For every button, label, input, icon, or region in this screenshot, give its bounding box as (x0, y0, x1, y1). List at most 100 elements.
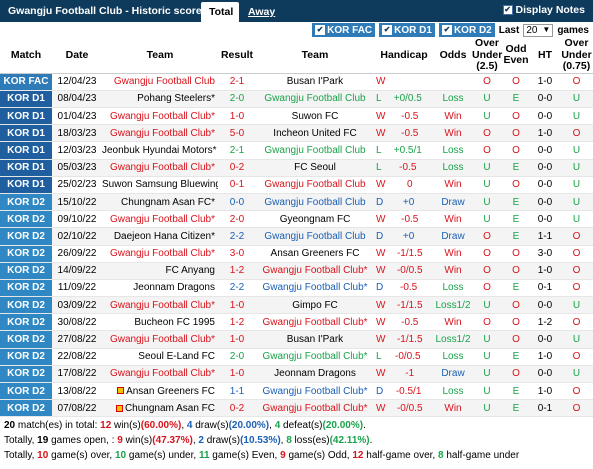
home-team[interactable]: Gwangju Football Club* (102, 210, 218, 229)
score[interactable]: 2-0 (218, 90, 256, 109)
last-games-select[interactable]: 20 ▼ (523, 23, 554, 37)
table-row[interactable]: KOR D1 25/02/23 Suwon Samsung Bluewings* 0-… (0, 176, 593, 194)
away-team[interactable]: Gwangju Football Club (256, 193, 374, 212)
tab-total[interactable]: Total (201, 2, 239, 22)
away-team[interactable]: Incheon United FC (256, 124, 374, 143)
table-row[interactable]: KOR D1 01/04/23 Gwangju Football Club* 1-0 S… (0, 107, 593, 126)
home-team[interactable]: Gwangju Football Club* (102, 330, 218, 349)
away-team[interactable]: Busan I'Park (256, 330, 374, 349)
score[interactable]: 2-0 (218, 210, 256, 229)
table-row[interactable]: KOR D2 15/10/22 Chungnam Asan FC* 0-0 Gwangj… (0, 193, 593, 212)
table-row[interactable]: KOR D1 18/03/23 Gwangju Football Club* 5-0 I… (0, 124, 593, 143)
score[interactable]: 0-1 (218, 176, 256, 194)
checkbox-checked-icon[interactable]: ✔ (315, 25, 326, 35)
table-row[interactable]: KOR D2 22/08/22 Seoul E-Land FC 2-0 Gwangju … (0, 348, 593, 366)
away-team[interactable]: Gwangju Football Club (256, 176, 374, 194)
away-team[interactable]: Gimpo FC (256, 296, 374, 315)
away-team[interactable]: Gwangju Football Club* (256, 382, 374, 401)
filter-kor-fac[interactable]: ✔ KOR FAC (312, 23, 376, 37)
away-team[interactable]: Gwangju Football Club* (256, 279, 374, 298)
table-row[interactable]: KOR FAC 12/04/23 Gwangju Football Club 2-1 B… (0, 73, 593, 91)
score[interactable]: 2-2 (218, 279, 256, 298)
table-row[interactable]: KOR D2 26/09/22 Gwangju Football Club* 3-0 A… (0, 245, 593, 263)
score[interactable]: 0-2 (218, 399, 256, 418)
match-date-text: 01/04/23 (57, 110, 97, 122)
away-team[interactable]: Gwangju Football Club (256, 227, 374, 246)
table-row[interactable]: KOR D2 07/08/22 Chungnam Asan FC 0-2 Gwangju… (0, 399, 593, 418)
score[interactable]: 2-1 (218, 141, 256, 160)
tab-away[interactable]: Away (240, 2, 283, 22)
home-team[interactable]: Jeonnam Dragons (102, 279, 218, 298)
odds-result: Loss (434, 159, 472, 177)
score[interactable]: 1-0 (218, 296, 256, 315)
over-under-075-text: U (572, 334, 581, 346)
away-team[interactable]: Gwangju Football Club (256, 90, 374, 109)
table-row[interactable]: KOR D2 09/10/22 Gwangju Football Club* 2-0 G… (0, 210, 593, 229)
table-row[interactable]: KOR D2 02/10/22 Daejeon Hana Citizen* 2-2 Gw… (0, 227, 593, 246)
home-team[interactable]: Pohang Steelers* (102, 90, 218, 109)
home-team[interactable]: Gwangju Football Club* (102, 159, 218, 177)
score[interactable]: 2-2 (218, 227, 256, 246)
home-team[interactable]: Gwangju Football Club* (102, 124, 218, 143)
away-team[interactable]: Gwangju Football Club* (256, 313, 374, 332)
score[interactable]: 1-2 (218, 313, 256, 332)
odds-result: Loss (434, 279, 472, 298)
checkbox-checked-icon[interactable]: ✔ (382, 25, 393, 35)
score[interactable]: 0-2 (218, 159, 256, 177)
home-team[interactable]: Chungnam Asan FC (102, 399, 218, 418)
away-team[interactable]: Busan I'Park (256, 73, 374, 91)
score[interactable]: 1-0 (218, 107, 256, 126)
home-team[interactable]: Jeonbuk Hyundai Motors* (102, 141, 218, 160)
match-date-text: 11/09/22 (57, 282, 97, 294)
score[interactable]: 2-0 (218, 348, 256, 366)
match-date-text: 22/08/22 (57, 351, 97, 363)
table-row[interactable]: KOR D2 30/08/22 Bucheon FC 1995 1-2 Gwangju … (0, 313, 593, 332)
table-row[interactable]: KOR D1 08/04/23 Pohang Steelers* 2-0 Gwangju… (0, 90, 593, 109)
score[interactable]: 0-0 (218, 193, 256, 212)
away-team[interactable]: Gwangju Football Club* (256, 348, 374, 366)
score[interactable]: 1-2 (218, 262, 256, 280)
home-team[interactable]: FC Anyang (102, 262, 218, 280)
home-team[interactable]: Gwangju Football Club* (102, 107, 218, 126)
away-team[interactable]: Ansan Greeners FC (256, 245, 374, 263)
score[interactable]: 1-0 (218, 330, 256, 349)
score[interactable]: 1-0 (218, 365, 256, 384)
home-team-text: Gwangju Football Club* (109, 162, 215, 174)
checkbox-checked-icon[interactable]: ✔ (502, 5, 513, 15)
home-team[interactable]: Bucheon FC 1995 (102, 313, 218, 332)
away-team[interactable]: Suwon FC (256, 107, 374, 126)
score[interactable]: 5-0 (218, 124, 256, 143)
away-team[interactable]: Gwangju Football Club* (256, 399, 374, 418)
away-team[interactable]: FC Seoul (256, 159, 374, 177)
odd-even-text: E (512, 351, 520, 363)
home-team[interactable]: Chungnam Asan FC* (102, 193, 218, 212)
away-team[interactable]: Jeonnam Dragons (256, 365, 374, 384)
table-row[interactable]: KOR D2 27/08/22 Gwangju Football Club* 1-0 B… (0, 330, 593, 349)
table-row[interactable]: KOR D2 03/09/22 Gwangju Football Club* 1-0 G… (0, 296, 593, 315)
table-row[interactable]: KOR D2 11/09/22 Jeonnam Dragons 2-2 Gwangju … (0, 279, 593, 298)
score[interactable]: 2-1 (218, 73, 256, 91)
table-row[interactable]: KOR D1 05/03/23 Gwangju Football Club* 0-2 F… (0, 159, 593, 177)
table-row[interactable]: KOR D2 13/08/22 Ansan Greeners FC 1-1 Gwangj… (0, 382, 593, 401)
table-row[interactable]: KOR D1 12/03/23 Jeonbuk Hyundai Motors* 2-1… (0, 141, 593, 160)
home-team[interactable]: Seoul E-Land FC (102, 348, 218, 366)
score[interactable]: 1-1 (218, 382, 256, 401)
checkbox-checked-icon[interactable]: ✔ (441, 25, 452, 35)
table-row[interactable]: KOR D2 14/09/22 FC Anyang 1-2 Gwangju Footba… (0, 262, 593, 280)
away-team[interactable]: Gyeongnam FC (256, 210, 374, 229)
home-team[interactable]: Gwangju Football Club (102, 73, 218, 91)
score[interactable]: 3-0 (218, 245, 256, 263)
home-team[interactable]: Gwangju Football Club* (102, 365, 218, 384)
away-team[interactable]: Gwangju Football Club* (256, 262, 374, 280)
home-team[interactable]: Gwangju Football Club* (102, 245, 218, 263)
league-badge-text: KOR D2 (7, 299, 45, 311)
home-team[interactable]: Gwangju Football Club* (102, 296, 218, 315)
table-row[interactable]: KOR D2 17/08/22 Gwangju Football Club* 1-0 J… (0, 365, 593, 384)
away-team[interactable]: Gwangju Football Club (256, 141, 374, 160)
filter-kor-d1[interactable]: ✔ KOR D1 (379, 23, 435, 37)
display-notes-toggle[interactable]: ✔ Display Notes (502, 4, 585, 16)
home-team[interactable]: Suwon Samsung Bluewings* (102, 176, 218, 194)
home-team[interactable]: Ansan Greeners FC (102, 382, 218, 401)
filter-kor-d2[interactable]: ✔ KOR D2 (438, 23, 495, 37)
home-team[interactable]: Daejeon Hana Citizen* (102, 227, 218, 246)
